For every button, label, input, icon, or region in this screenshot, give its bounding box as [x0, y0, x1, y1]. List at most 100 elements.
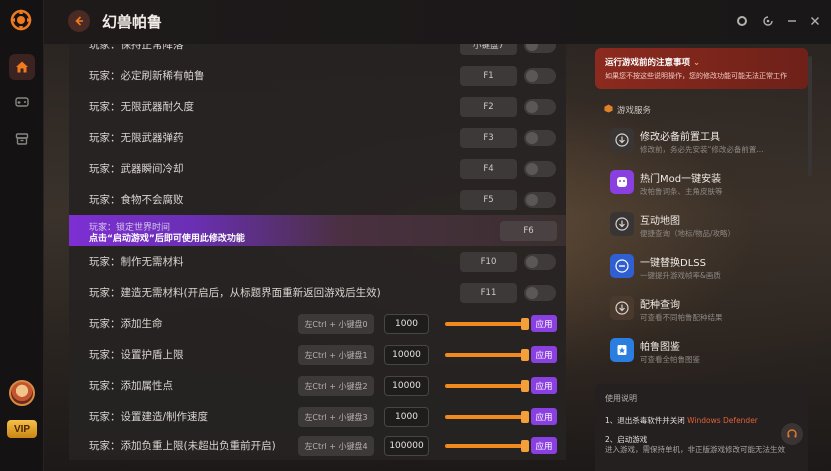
support-button[interactable] — [781, 423, 803, 445]
cheat-label: 玩家：食物不会腐败 — [89, 194, 184, 206]
cheat-toggle[interactable] — [524, 130, 556, 146]
settings-icon — [737, 16, 747, 26]
nav-home[interactable] — [9, 54, 35, 80]
cheat-toggle[interactable] — [524, 68, 556, 84]
nav-games[interactable] — [9, 89, 35, 115]
cheat-row-toggle: 玩家：建造无需材料(开启后，从标题界面重新返回游戏后生效) F11 — [69, 277, 566, 308]
value-input[interactable]: 1000 — [384, 314, 429, 334]
cheat-toggle[interactable] — [524, 161, 556, 177]
value-input[interactable]: 10000 — [384, 345, 429, 365]
headset-icon — [787, 429, 797, 438]
service-item[interactable]: 一键替换DLSS 一键提升游戏帧率&画质 — [600, 248, 803, 288]
slider-handle[interactable] — [521, 380, 529, 392]
usage-step-desc: 进入游戏，需保持单机，非正版游戏修改可能无法生效 — [605, 445, 785, 454]
cheat-row-partial: 玩家：保持正常降落 小键盘7 — [69, 44, 566, 60]
cheat-hotkey[interactable]: F10 — [460, 252, 517, 272]
service-name: 热门Mod一键安装 — [640, 174, 722, 185]
service-item[interactable]: 帕鲁图鉴 可查看全帕鲁图鉴 — [600, 332, 803, 372]
arrow-left-icon — [75, 16, 83, 26]
close-button[interactable] — [807, 13, 823, 29]
minimize-button[interactable] — [784, 13, 800, 29]
cheat-label: 玩家：制作无需材料 — [89, 256, 184, 268]
cheat-hotkey[interactable]: 左Ctrl + 小键盘2 — [298, 376, 374, 396]
header-bar: 幻兽帕鲁 — [44, 0, 831, 44]
cheat-toggle[interactable] — [524, 192, 556, 208]
service-item[interactable]: 热门Mod一键安装 改帕鲁词条、主角皮肤等 — [600, 164, 803, 204]
value-input[interactable]: 10000 — [384, 376, 429, 396]
settings-button[interactable] — [734, 13, 750, 29]
cheat-hotkey[interactable]: F5 — [460, 190, 517, 210]
apply-button[interactable]: 应用 — [531, 346, 557, 363]
cheat-toggle[interactable] — [524, 44, 556, 53]
cheat-label: 玩家：设置护盾上限 — [89, 349, 184, 361]
archive-box-icon — [15, 133, 29, 145]
cheat-hotkey[interactable]: 小键盘7 — [460, 44, 517, 55]
close-icon — [811, 17, 819, 25]
value-slider[interactable] — [445, 411, 529, 423]
flame-logo-icon[interactable] — [10, 9, 32, 31]
cheat-label: 玩家：保持正常降落 — [89, 44, 184, 51]
cheat-row-toggle: 玩家：食物不会腐败 F5 — [69, 184, 566, 215]
cheat-hotkey[interactable]: F1 — [460, 66, 517, 86]
service-item[interactable]: 互动地图 便捷查询（地标/物品/攻略） — [600, 206, 803, 246]
breed-icon — [610, 296, 634, 320]
book-icon — [610, 338, 634, 362]
cheat-row-locked[interactable]: 玩家：锁定世界时间 点击“启动游戏”后即可使用此修改功能 F6 — [69, 215, 566, 246]
service-name: 修改必备前置工具 — [640, 132, 720, 143]
refresh-button[interactable] — [760, 13, 776, 29]
cheat-label: 玩家：无限武器弹药 — [89, 132, 184, 144]
apply-button[interactable]: 应用 — [531, 315, 557, 332]
cheat-hotkey[interactable]: F6 — [500, 221, 557, 241]
cheat-toggle[interactable] — [524, 285, 556, 301]
slider-handle[interactable] — [521, 349, 529, 361]
cheat-row-toggle: 玩家：无限武器耐久度 F2 — [69, 91, 566, 122]
notice-desc: 如果您不按这些说明操作，您的修改功能可能无法正常工作 — [605, 72, 787, 80]
usage-instructions: 使用说明 1、退出杀毒软件并关闭 Windows Defender 2、启动游戏… — [595, 384, 808, 471]
cheat-hotkey[interactable]: 左Ctrl + 小键盘4 — [298, 436, 374, 456]
value-slider[interactable] — [445, 380, 529, 392]
slider-handle[interactable] — [521, 411, 529, 423]
value-slider[interactable] — [445, 440, 529, 452]
page-title: 幻兽帕鲁 — [102, 13, 163, 31]
slider-handle[interactable] — [521, 318, 529, 330]
service-desc: 修改前，务必先安装“修改必备前置... — [640, 145, 764, 154]
vip-badge[interactable]: VIP — [7, 420, 37, 438]
cheat-hotkey[interactable]: 左Ctrl + 小键盘0 — [298, 314, 374, 334]
cheat-label: 玩家：添加负重上限(未超出负重前开启) — [89, 440, 276, 452]
slider-handle[interactable] — [521, 440, 529, 452]
cheat-label: 玩家：添加生命 — [89, 318, 163, 330]
service-item[interactable]: 配种查询 可查看不同帕鲁配种结果 — [600, 290, 803, 330]
service-desc: 可查看全帕鲁图鉴 — [640, 355, 700, 364]
avatar[interactable] — [9, 380, 35, 406]
service-desc: 一键提升游戏帧率&画质 — [640, 271, 721, 280]
cheat-toggle[interactable] — [524, 254, 556, 270]
cheat-hotkey[interactable]: 左Ctrl + 小键盘1 — [298, 345, 374, 365]
cheat-hotkey[interactable]: F11 — [460, 283, 517, 303]
cheat-label: 玩家：建造无需材料(开启后，从标题界面重新返回游戏后生效) — [89, 287, 381, 299]
refresh-icon — [763, 16, 773, 26]
service-item[interactable]: 修改必备前置工具 修改前，务必先安装“修改必备前置... — [600, 122, 803, 162]
cheat-list[interactable]: 玩家：保持正常降落 小键盘7 玩家：必定刷新稀有帕鲁 F1 玩家：无限武器耐久度… — [69, 44, 566, 460]
cheat-hotkey[interactable]: F4 — [460, 159, 517, 179]
value-input[interactable]: 100000 — [384, 436, 429, 456]
apply-button[interactable]: 应用 — [531, 437, 557, 454]
cheat-hotkey[interactable]: 左Ctrl + 小键盘3 — [298, 407, 374, 427]
pre-run-notice[interactable]: 运行游戏前的注意事项 ⌄ 如果您不按这些说明操作，您的修改功能可能无法正常工作 — [595, 48, 808, 89]
nav-archive[interactable] — [9, 126, 35, 152]
cheat-hotkey[interactable]: F3 — [460, 128, 517, 148]
cheat-label: 玩家：设置建造/制作速度 — [89, 411, 209, 423]
panel-scrollbar[interactable] — [808, 56, 812, 176]
cheat-toggle[interactable] — [524, 99, 556, 115]
service-desc: 便捷查询（地标/物品/攻略） — [640, 229, 736, 238]
cheat-row-value: 玩家：添加属性点 左Ctrl + 小键盘2 10000 应用 — [69, 370, 566, 401]
apply-button[interactable]: 应用 — [531, 377, 557, 394]
cheat-hotkey[interactable]: F2 — [460, 97, 517, 117]
apply-button[interactable]: 应用 — [531, 408, 557, 425]
value-input[interactable]: 1000 — [384, 407, 429, 427]
value-slider[interactable] — [445, 318, 529, 330]
value-slider[interactable] — [445, 349, 529, 361]
usage-step: 1、退出杀毒软件并关闭 Windows Defender — [605, 416, 758, 425]
download-icon — [610, 128, 634, 152]
back-button[interactable] — [68, 10, 90, 32]
cheat-row-value: 玩家：设置建造/制作速度 左Ctrl + 小键盘3 1000 应用 — [69, 401, 566, 432]
